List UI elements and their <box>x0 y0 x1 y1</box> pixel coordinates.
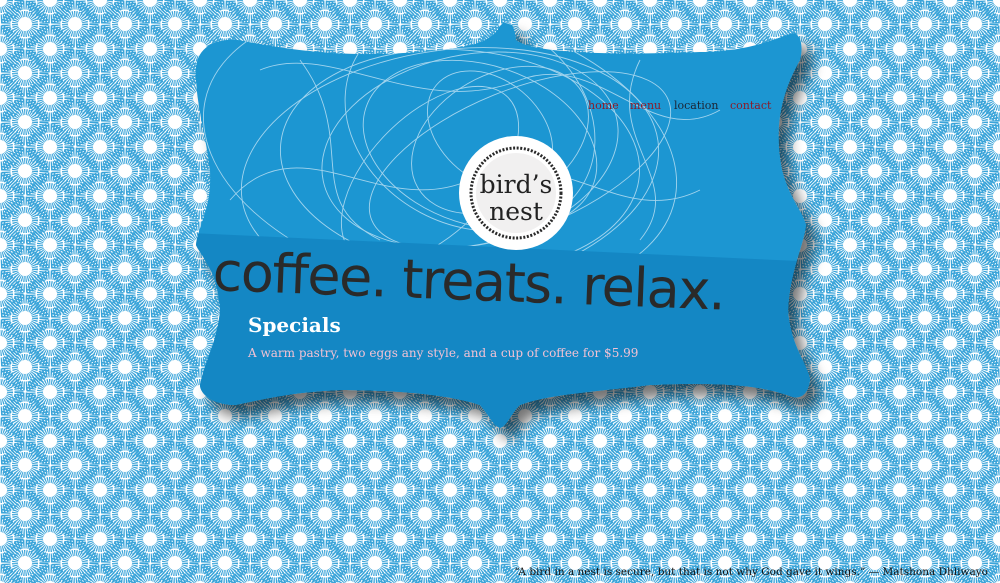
logo[interactable]: bird’s nest <box>456 150 576 240</box>
logo-line2: nest <box>489 197 543 226</box>
footer-quote: “A bird in a nest is secure, but that is… <box>514 566 988 578</box>
logo-line1: bird’s <box>480 170 553 199</box>
page: bird’s nest home menu location contact c… <box>0 0 1000 583</box>
nav-contact[interactable]: contact <box>730 99 771 112</box>
specials-title: Specials <box>248 313 341 337</box>
nav-location[interactable]: location <box>674 99 719 112</box>
nav-menu[interactable]: menu <box>630 99 661 112</box>
specials-text: A warm pastry, two eggs any style, and a… <box>248 346 639 360</box>
nav-home[interactable]: home <box>588 99 619 112</box>
